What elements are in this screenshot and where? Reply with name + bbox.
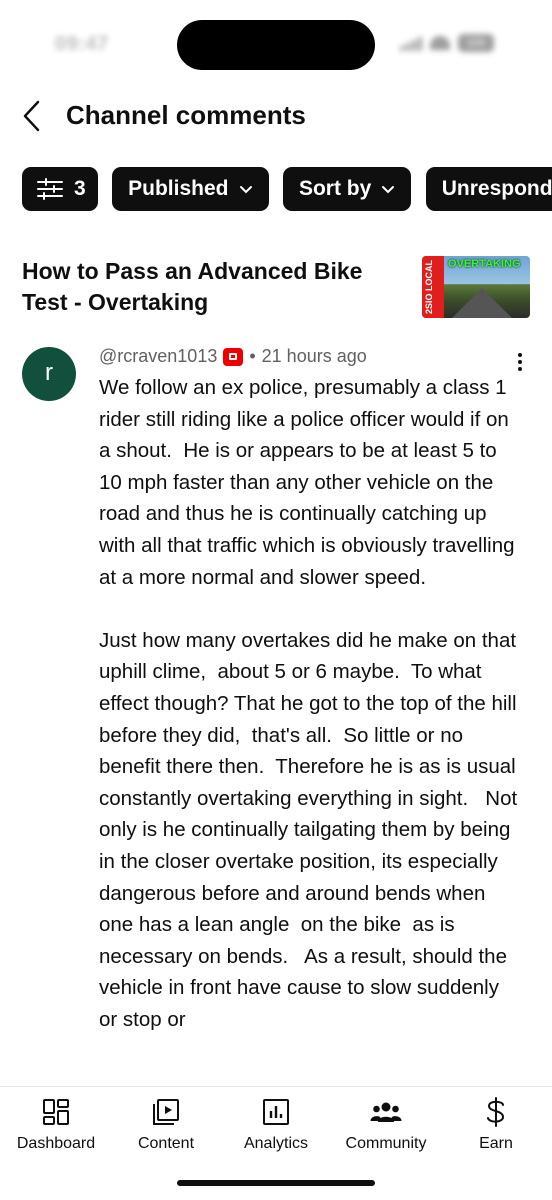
- filter-chips: 3 Published Sort by Unresponded: [22, 167, 552, 211]
- nav-community-label: Community: [345, 1135, 427, 1152]
- thumbnail-label: OVERTAKING: [448, 258, 521, 270]
- header: Channel comments: [0, 92, 552, 140]
- filter-sliders-icon: [37, 178, 63, 200]
- page-title: Channel comments: [66, 100, 306, 130]
- comment-text: We follow an ex police, presumably a cla…: [99, 376, 518, 1031]
- nav-content[interactable]: Content: [111, 1095, 221, 1153]
- nav-dashboard[interactable]: Dashboard: [1, 1095, 111, 1153]
- status-icons: 100: [400, 34, 494, 52]
- chevron-down-icon: [382, 186, 395, 194]
- member-badge-icon: [223, 347, 244, 366]
- nav-content-label: Content: [137, 1135, 195, 1152]
- community-icon: [370, 1102, 402, 1122]
- comment-author[interactable]: @rcraven1013: [99, 346, 217, 367]
- unresponded-label: Unresponded: [441, 177, 552, 200]
- avatar[interactable]: r: [22, 347, 76, 401]
- meta-separator: •: [249, 346, 256, 366]
- video-title: How to Pass an Advanced Bike Test - Over…: [22, 258, 363, 315]
- nav-analytics[interactable]: Analytics: [221, 1095, 331, 1153]
- status-bar: 09:47 100: [0, 0, 552, 90]
- comment-meta: @rcraven1013 • 21 hours ago: [99, 346, 367, 367]
- nav-earn-label: Earn: [479, 1135, 513, 1152]
- filter-count: 3: [74, 177, 86, 200]
- unresponded-chip[interactable]: Unresponded: [425, 167, 552, 211]
- back-button[interactable]: [18, 98, 48, 134]
- published-label: Published: [128, 177, 229, 200]
- thumbnail-side-band: 2SIO LOCAL: [422, 256, 444, 318]
- battery-icon: 100: [458, 34, 494, 52]
- nav-analytics-label: Analytics: [243, 1135, 309, 1152]
- nav-community[interactable]: Community: [331, 1095, 441, 1153]
- sort-by-chip[interactable]: Sort by: [282, 167, 412, 211]
- nav-dashboard-label: Dashboard: [16, 1135, 96, 1152]
- thumbnail-road: [452, 288, 512, 318]
- video-thumbnail[interactable]: 2SIO LOCAL OVERTAKING: [422, 256, 530, 318]
- video-row[interactable]: How to Pass an Advanced Bike Test - Over…: [22, 256, 530, 322]
- wifi-icon: [430, 36, 450, 50]
- sort-by-label: Sort by: [298, 177, 372, 200]
- dashboard-icon: [43, 1099, 69, 1125]
- thumbnail-side-text: 2SIO LOCAL: [424, 259, 434, 314]
- chevron-left-icon: [23, 100, 40, 132]
- dynamic-island: [177, 20, 375, 70]
- analytics-icon: [263, 1099, 289, 1125]
- comment-time: 21 hours ago: [261, 346, 367, 366]
- home-indicator: [177, 1180, 375, 1186]
- content-icon: [153, 1099, 179, 1125]
- filter-count-chip[interactable]: 3: [22, 167, 98, 211]
- signal-icon: [400, 35, 422, 51]
- nav-earn[interactable]: Earn: [441, 1095, 551, 1153]
- published-chip[interactable]: Published: [112, 167, 269, 211]
- earn-dollar-icon: [487, 1097, 505, 1127]
- chevron-down-icon: [239, 186, 252, 194]
- status-time: 09:47: [55, 33, 109, 55]
